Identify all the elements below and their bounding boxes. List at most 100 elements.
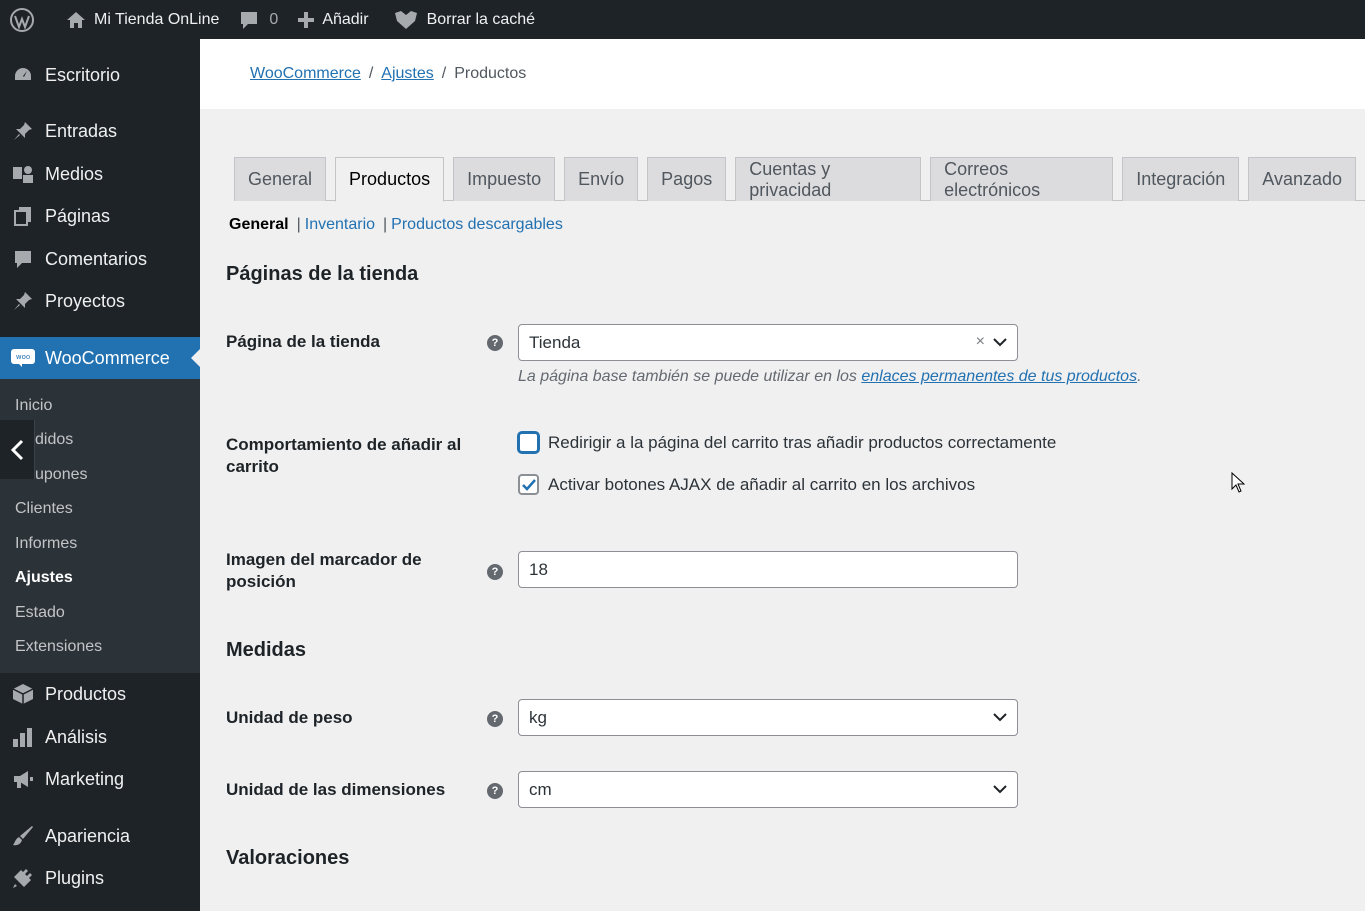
- mouse-cursor-icon: [1231, 472, 1245, 493]
- submenu-item-cupones[interactable]: upones: [35, 466, 88, 484]
- add-to-cart-label: Comportamiento de añadir al carrito: [226, 435, 462, 476]
- cache-icon: [394, 10, 417, 29]
- sidebar-item-label: Páginas: [45, 205, 111, 226]
- comments-count: 0: [269, 10, 279, 28]
- sidebar-item-proyectos[interactable]: Proyectos: [0, 281, 200, 321]
- sidebar-item-label: WooCommerce: [45, 347, 170, 368]
- breadcrumb: WooCommerce / Ajustes / Productos: [200, 39, 1365, 109]
- submenu-item-pedidos[interactable]: didos: [35, 431, 73, 449]
- add-new-button[interactable]: Añadir: [288, 0, 378, 39]
- breadcrumb-separator: /: [441, 65, 447, 82]
- sidebar-item-productos[interactable]: Productos: [0, 674, 200, 714]
- desc-prefix: La página base también se puede utilizar…: [518, 368, 862, 385]
- sidebar-item-label: Entradas: [45, 120, 118, 141]
- sidebar-item-marketing[interactable]: Marketing: [0, 759, 200, 799]
- sidebar-item-comentarios[interactable]: Comentarios: [0, 239, 200, 279]
- sidebar-item-plugins[interactable]: Plugins: [0, 858, 200, 898]
- media-icon: [0, 164, 45, 184]
- chevron-down-icon: [993, 713, 1007, 722]
- comment-icon: [241, 11, 258, 29]
- weight-unit-select[interactable]: kg: [518, 699, 1018, 736]
- pages-icon: [0, 206, 45, 226]
- sidebar-item-medios[interactable]: Medios: [0, 154, 200, 194]
- chevron-down-icon: [993, 338, 1007, 347]
- admin-bar: Mi Tienda OnLine 0 Añadir Borrar la cach…: [0, 0, 1365, 39]
- clear-cache-button[interactable]: Borrar la caché: [383, 0, 546, 39]
- help-icon[interactable]: ?: [487, 711, 503, 727]
- checkmark-icon: [522, 479, 536, 491]
- redirect-to-cart-label[interactable]: Redirigir a la página del carrito tras a…: [548, 433, 1056, 453]
- desc-suffix: .: [1137, 368, 1142, 385]
- comments-button[interactable]: 0: [229, 0, 288, 39]
- sidebar-item-label: Proyectos: [45, 290, 126, 311]
- help-icon[interactable]: ?: [487, 564, 503, 580]
- help-icon[interactable]: ?: [487, 783, 503, 799]
- weight-unit-label: Unidad de peso: [226, 708, 353, 727]
- breadcrumb-ajustes-link[interactable]: Ajustes: [381, 65, 433, 83]
- site-name-button[interactable]: Mi Tienda OnLine: [56, 0, 229, 39]
- submenu-item-clientes[interactable]: Clientes: [15, 500, 73, 518]
- submenu-item-estado[interactable]: Estado: [15, 604, 65, 622]
- weight-unit-value: kg: [529, 707, 547, 727]
- subnav-general[interactable]: General: [229, 216, 289, 234]
- collapse-menu-button[interactable]: [0, 420, 35, 479]
- pin-icon: [0, 291, 45, 311]
- wordpress-logo-button[interactable]: [0, 0, 44, 39]
- sidebar-item-label: Comentarios: [45, 248, 148, 269]
- clear-icon[interactable]: ×: [976, 333, 985, 351]
- box-icon: [0, 683, 45, 705]
- clear-cache-label: Borrar la caché: [426, 10, 536, 28]
- section-title-shop-pages: Páginas de la tienda: [226, 263, 419, 285]
- placeholder-image-input[interactable]: [518, 551, 1018, 588]
- ajax-add-to-cart-checkbox[interactable]: [518, 474, 539, 495]
- tab-productos[interactable]: Productos: [335, 157, 445, 202]
- sidebar-item-analisis[interactable]: Análisis: [0, 717, 200, 757]
- tab-general[interactable]: General: [234, 157, 327, 201]
- submenu-item-ajustes[interactable]: Ajustes: [15, 569, 73, 587]
- chart-icon: [0, 727, 45, 747]
- redirect-to-cart-checkbox[interactable]: [518, 432, 539, 453]
- shop-page-description: La página base también se puede utilizar…: [518, 368, 1142, 386]
- permalinks-link[interactable]: enlaces permanentes de tus productos: [861, 368, 1137, 385]
- sidebar-item-entradas[interactable]: Entradas: [0, 111, 200, 151]
- admin-sidebar: Escritorio Entradas Medios Páginas Comen…: [0, 39, 200, 911]
- ajax-add-to-cart-label[interactable]: Activar botones AJAX de añadir al carrit…: [548, 475, 975, 495]
- submenu-item-inicio[interactable]: Inicio: [15, 397, 52, 415]
- sidebar-item-label: Productos: [45, 683, 127, 704]
- chevron-down-icon: [993, 785, 1007, 794]
- megaphone-icon: [0, 768, 45, 790]
- subnav-descargables[interactable]: Productos descargables: [391, 216, 563, 234]
- comments-icon: [0, 249, 45, 269]
- tab-avanzado[interactable]: Avanzado: [1248, 157, 1356, 201]
- section-subnav: General | Inventario | Productos descarg…: [229, 216, 563, 234]
- help-icon[interactable]: ?: [487, 335, 503, 351]
- sidebar-item-apariencia[interactable]: Apariencia: [0, 816, 200, 856]
- sidebar-item-woocommerce[interactable]: woo WooCommerce: [0, 337, 200, 379]
- sidebar-item-label: Medios: [45, 163, 104, 184]
- dimension-unit-select[interactable]: cm: [518, 771, 1018, 808]
- svg-text:woo: woo: [15, 353, 29, 361]
- tab-envio[interactable]: Envío: [564, 157, 639, 201]
- brush-icon: [0, 825, 45, 847]
- wordpress-icon: [10, 7, 34, 32]
- sidebar-item-escritorio[interactable]: Escritorio: [0, 55, 200, 95]
- tab-pagos[interactable]: Pagos: [647, 157, 727, 201]
- site-name: Mi Tienda OnLine: [94, 10, 220, 28]
- section-title-reviews: Valoraciones: [226, 847, 350, 869]
- shop-page-label: Página de la tienda: [226, 332, 380, 351]
- sidebar-item-paginas[interactable]: Páginas: [0, 196, 200, 236]
- subnav-inventario[interactable]: Inventario: [305, 216, 375, 234]
- submenu-item-informes[interactable]: Informes: [15, 535, 77, 553]
- tab-correos[interactable]: Correos electrónicos: [930, 157, 1114, 201]
- submenu-item-extensiones[interactable]: Extensiones: [15, 638, 102, 656]
- breadcrumb-woocommerce-link[interactable]: WooCommerce: [250, 65, 361, 83]
- shop-page-select[interactable]: Tienda ×: [518, 324, 1018, 361]
- tab-cuentas-privacidad[interactable]: Cuentas y privacidad: [735, 157, 922, 201]
- sidebar-item-label: Marketing: [45, 768, 125, 789]
- woo-icon: woo: [0, 349, 45, 367]
- placeholder-image-label: Imagen del marcador de posición: [226, 550, 422, 591]
- tab-impuesto[interactable]: Impuesto: [453, 157, 556, 201]
- tab-integracion[interactable]: Integración: [1122, 157, 1240, 201]
- sidebar-item-label: Apariencia: [45, 825, 131, 846]
- chevron-left-icon: [10, 439, 24, 460]
